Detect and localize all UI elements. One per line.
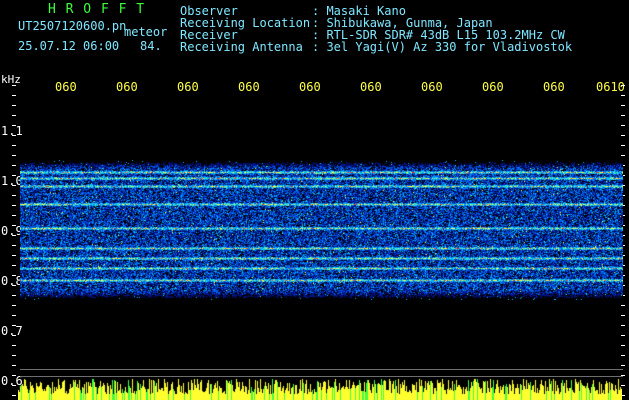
tick-mark [12, 285, 16, 286]
tick-mark [12, 135, 16, 136]
tick-mark [12, 95, 16, 96]
tick-mark [12, 395, 16, 396]
tick-mark [12, 345, 16, 346]
tick-mark [12, 195, 16, 196]
tick-mark [12, 275, 16, 276]
tick-mark [621, 125, 625, 126]
tick-mark [621, 335, 625, 336]
time-tick: 060 [116, 80, 138, 94]
time-tick: 060 [482, 80, 504, 94]
tick-mark [621, 145, 625, 146]
tick-mark [12, 365, 16, 366]
time-tick: 060 [299, 80, 321, 94]
tick-mark [12, 125, 16, 126]
reference-line [20, 369, 623, 370]
tick-mark [621, 85, 625, 86]
time-tick: 060 [543, 80, 565, 94]
tick-mark [12, 175, 16, 176]
tick-mark [12, 325, 16, 326]
tick-mark [12, 145, 16, 146]
reference-line [20, 376, 623, 377]
tick-mark [621, 365, 625, 366]
tick-mark [12, 185, 16, 186]
antenna-label: Receiving Antenna [180, 40, 303, 54]
tick-mark [12, 165, 16, 166]
tick-mark [621, 105, 625, 106]
tick-mark [621, 355, 625, 356]
tick-mark [12, 105, 16, 106]
spectrogram-plot [20, 160, 623, 300]
tick-mark [621, 345, 625, 346]
tick-mark [12, 215, 16, 216]
tick-mark [621, 115, 625, 116]
time-tick: 060 [421, 80, 443, 94]
brand-title: H R O F F T [48, 2, 146, 17]
tick-mark [12, 245, 16, 246]
tick-mark [12, 315, 16, 316]
tick-mark [621, 155, 625, 156]
tick-mark [12, 385, 16, 386]
tick-mark [12, 205, 16, 206]
time-tick: 0610 [596, 80, 625, 94]
antenna-value: : 3el Yagi(V) Az 330 for Vladivostok [312, 40, 573, 54]
meteor-label: meteor [124, 25, 168, 39]
count-label: 84. [140, 39, 162, 53]
signal-level-strip [18, 378, 622, 400]
tick-mark [12, 355, 16, 356]
tick-mark [12, 375, 16, 376]
tick-mark [12, 335, 16, 336]
time-tick: 060 [238, 80, 260, 94]
tick-mark [12, 155, 16, 156]
tick-mark [12, 305, 16, 306]
tick-mark [12, 295, 16, 296]
unit-label: kHz [1, 73, 21, 86]
time-tick: 060 [55, 80, 77, 94]
tick-mark [621, 305, 625, 306]
tick-mark [12, 265, 16, 266]
tick-mark [12, 115, 16, 116]
tick-mark [12, 225, 16, 226]
datetime-label: 25.07.12 06:00 [18, 39, 120, 53]
tick-mark [621, 315, 625, 316]
time-tick: 060 [177, 80, 199, 94]
filename-label: UT2507120600.pn [18, 19, 127, 33]
time-tick: 060 [360, 80, 382, 94]
tick-mark [621, 325, 625, 326]
tick-mark [621, 135, 625, 136]
tick-mark [12, 85, 16, 86]
tick-mark [12, 235, 16, 236]
tick-mark [12, 255, 16, 256]
tick-mark [621, 95, 625, 96]
